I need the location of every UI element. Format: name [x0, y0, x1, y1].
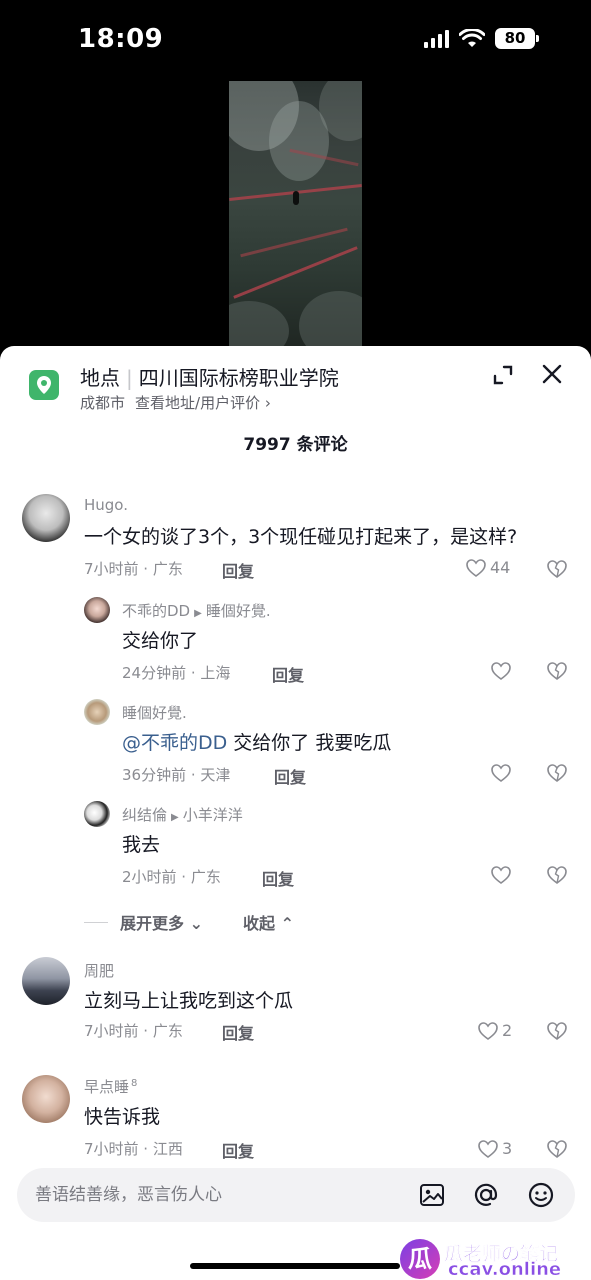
location-label: 地点 [80, 366, 120, 390]
broken-heart-icon[interactable] [547, 662, 567, 680]
comment-input-bar [17, 1168, 575, 1222]
reply-button[interactable]: 回复 [222, 1138, 254, 1162]
location-city: 成都市 [80, 394, 126, 412]
replies-toggle: 展开更多 ⌄ 收起 ⌃ [84, 910, 294, 934]
avatar[interactable] [22, 494, 70, 542]
reply-button[interactable]: 回复 [222, 1020, 254, 1044]
heart-icon [478, 1021, 498, 1040]
watermark-logo: 瓜 [400, 1239, 440, 1279]
location-title[interactable]: 地点 | 四川国际标榜职业学院 [80, 362, 339, 391]
comment-meta: 7小时前 · 江西 [84, 1140, 183, 1158]
reply-button[interactable]: 回复 [262, 866, 294, 890]
comment-count: 7997 条评论 [243, 435, 348, 455]
like-count: 3 [502, 1139, 513, 1158]
location-pin-icon [29, 370, 59, 400]
watermark-site: ccav.online [448, 1259, 562, 1280]
reply-button[interactable]: 回复 [274, 764, 306, 788]
wifi-icon [459, 28, 485, 47]
cellular-signal-icon [424, 29, 449, 48]
battery-icon: 80 [495, 28, 539, 49]
comment-meta: 7小时前 · 广东 [84, 1022, 183, 1040]
chevron-down-icon: ⌄ [189, 914, 203, 933]
like-count: 44 [490, 558, 511, 577]
expand-more-button[interactable]: 展开更多 ⌄ [120, 910, 203, 934]
battery-level: 80 [495, 28, 535, 49]
comment-meta: 2小时前 · 广东 [122, 868, 221, 886]
avatar[interactable] [84, 597, 110, 623]
like-count: 2 [502, 1021, 513, 1040]
reply-to-username[interactable]: 小羊洋洋 [183, 806, 243, 824]
at-mention-icon[interactable] [472, 1181, 500, 1209]
like-button[interactable]: 2 [478, 1021, 512, 1040]
watermark: 瓜 瓜老师の笔记 ccav.online [398, 1237, 591, 1280]
comment-text: 我去 [122, 834, 161, 856]
status-bar: 18:09 80 [0, 0, 591, 80]
comment-text: 交给你了 [122, 630, 199, 652]
comment-username[interactable]: 早点睡 8 [84, 1076, 137, 1097]
image-icon[interactable] [418, 1181, 446, 1209]
comment-text: 立刻马上让我吃到这个瓜 [84, 990, 294, 1012]
like-button[interactable]: 44 [466, 558, 510, 577]
status-time: 18:09 [78, 24, 164, 54]
comment-text: @不乖的DD 交给你了 我要吃瓜 [122, 732, 392, 754]
emoji-icon[interactable] [527, 1181, 555, 1209]
comment-meta: 7小时前 · 广东 [84, 560, 183, 578]
broken-heart-icon[interactable] [547, 866, 567, 884]
broken-heart-icon[interactable] [547, 1140, 567, 1158]
reply-button[interactable]: 回复 [222, 558, 254, 582]
broken-heart-icon[interactable] [547, 764, 567, 782]
comment-input[interactable] [35, 1168, 405, 1222]
comment-text: 一个女的谈了3个，3个现任碰见打起来了，是这样? [84, 526, 518, 548]
avatar[interactable] [22, 1075, 70, 1123]
heart-icon[interactable] [491, 662, 511, 680]
comment-meta: 24分钟前 · 上海 [122, 664, 231, 682]
broken-heart-icon[interactable] [547, 1022, 567, 1040]
broken-heart-icon[interactable] [547, 560, 567, 578]
reply-button[interactable]: 回复 [272, 662, 304, 686]
comment-text: 快告诉我 [84, 1106, 161, 1128]
comments-sheet: 地点 | 四川国际标榜职业学院 成都市 查看地址/用户评价 › 7997 条评论 Hu… [0, 346, 591, 1280]
comment-meta: 36分钟前 · 天津 [122, 766, 231, 784]
status-icons: 80 [424, 28, 539, 49]
heart-icon [466, 558, 486, 577]
heart-icon[interactable] [491, 866, 511, 884]
mention-link[interactable]: @不乖的DD [122, 732, 227, 754]
comment-username[interactable]: Hugo. [84, 496, 128, 514]
video-player[interactable] [229, 81, 362, 349]
location-name: 四川国际标榜职业学院 [138, 366, 339, 390]
reply-username[interactable]: 睡個好覺. [122, 702, 187, 723]
reply-username[interactable]: 纠结倫 ▶ 小羊洋洋 [122, 804, 243, 825]
heart-icon[interactable] [491, 764, 511, 782]
avatar[interactable] [84, 801, 110, 827]
view-address-link[interactable]: 查看地址/用户评价 › [135, 394, 271, 412]
home-indicator[interactable] [190, 1263, 400, 1269]
close-icon[interactable] [540, 362, 564, 386]
user-badge: 8 [131, 1078, 138, 1089]
comment-username[interactable]: 周肥 [84, 960, 114, 981]
heart-icon [478, 1139, 498, 1158]
expand-icon[interactable] [491, 363, 515, 387]
like-button[interactable]: 3 [478, 1139, 512, 1158]
location-subtitle: 成都市 查看地址/用户评价 › [80, 392, 271, 413]
reply-username[interactable]: 不乖的DD ▶ 睡個好覺. [122, 600, 271, 621]
collapse-button[interactable]: 收起 ⌃ [243, 910, 294, 934]
avatar[interactable] [84, 699, 110, 725]
reply-to-username[interactable]: 睡個好覺. [206, 602, 271, 620]
chevron-up-icon: ⌃ [280, 914, 294, 933]
avatar[interactable] [22, 957, 70, 1005]
